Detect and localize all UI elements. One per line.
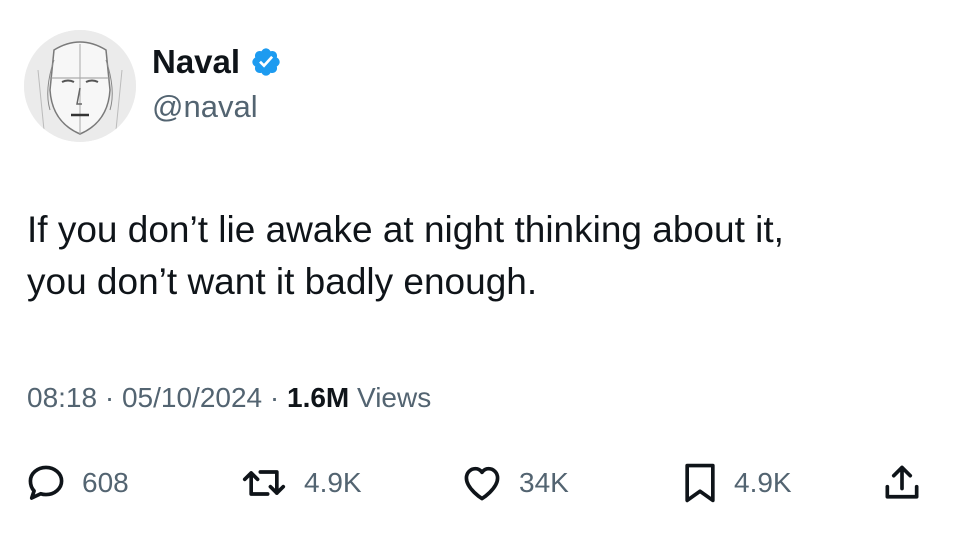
reply-button[interactable]: 608 bbox=[24, 455, 129, 511]
avatar[interactable] bbox=[24, 30, 136, 142]
sketched-face-avatar-icon bbox=[24, 30, 136, 142]
meta-separator: · bbox=[104, 382, 115, 413]
tweet-meta: 08:18 · 05/10/2024 · 1.6M Views bbox=[27, 378, 431, 418]
share-button[interactable] bbox=[880, 455, 924, 511]
reply-icon bbox=[28, 465, 64, 500]
tweet-text-line: If you don’t lie awake at night thinking… bbox=[27, 209, 784, 250]
retweet-count: 4.9K bbox=[304, 467, 362, 498]
action-bar: 608 4.9K 34K 4.9K bbox=[0, 455, 959, 511]
views-label: Views bbox=[357, 382, 432, 413]
author-display-name[interactable]: Naval bbox=[152, 42, 240, 82]
like-button[interactable]: 34K bbox=[459, 455, 569, 511]
verified-badge-icon bbox=[252, 48, 280, 76]
author-handle[interactable]: @naval bbox=[152, 88, 258, 126]
like-count: 34K bbox=[519, 467, 569, 498]
tweet-date[interactable]: 05/10/2024 bbox=[122, 382, 262, 413]
views-count: 1.6M bbox=[287, 382, 350, 413]
meta-separator: · bbox=[269, 382, 280, 413]
tweet-text: If you don’t lie awake at night thinking… bbox=[27, 204, 927, 308]
bookmark-icon bbox=[685, 463, 715, 503]
bookmark-count: 4.9K bbox=[734, 467, 792, 498]
heart-icon bbox=[464, 466, 500, 501]
retweet-button[interactable]: 4.9K bbox=[238, 455, 362, 511]
tweet-card: Naval @naval If you don’t lie awake at n… bbox=[0, 0, 959, 546]
bookmark-button[interactable]: 4.9K bbox=[680, 455, 792, 511]
tweet-time[interactable]: 08:18 bbox=[27, 382, 97, 413]
retweet-icon bbox=[242, 470, 286, 496]
tweet-text-line: you don’t want it badly enough. bbox=[27, 261, 538, 302]
share-icon bbox=[885, 465, 919, 499]
author-name-row: Naval bbox=[152, 42, 282, 82]
reply-count: 608 bbox=[82, 467, 129, 498]
